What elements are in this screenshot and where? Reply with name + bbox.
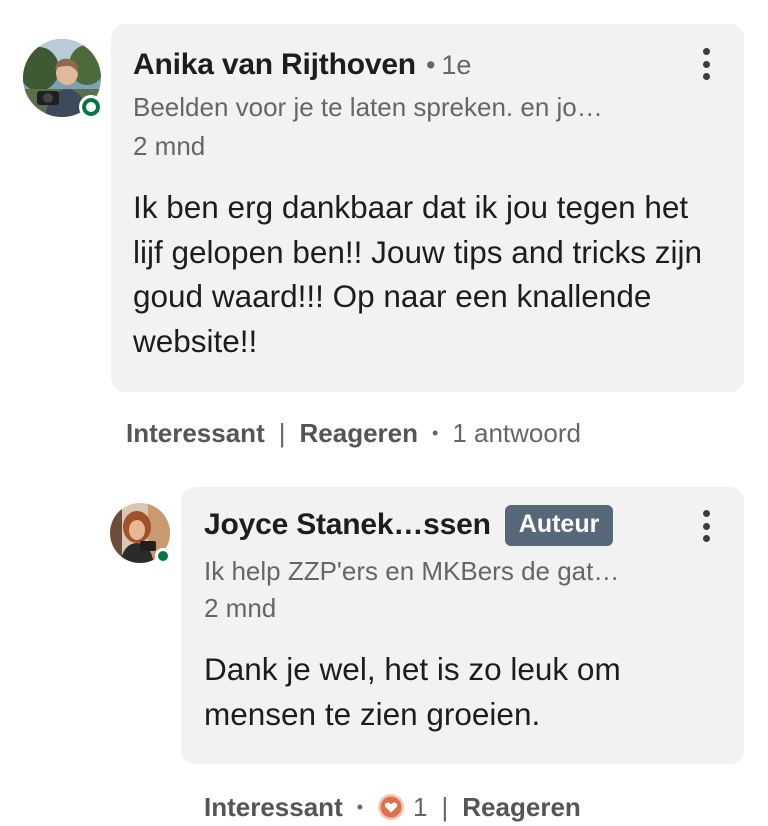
degree-label: 1e bbox=[441, 49, 472, 80]
more-options-icon[interactable] bbox=[694, 44, 718, 84]
like-button[interactable]: Interessant bbox=[204, 792, 343, 823]
like-button[interactable]: Interessant bbox=[126, 418, 265, 449]
reply-button[interactable]: Reageren bbox=[462, 792, 581, 823]
divider: | bbox=[278, 417, 286, 448]
author-name[interactable]: Joyce Stanek…ssen bbox=[204, 508, 491, 542]
author-headline: Ik help ZZP'ers en MKBers de gat… bbox=[204, 556, 620, 586]
connection-degree: • 1e bbox=[425, 49, 472, 80]
reply-header: Joyce Stanek…ssen Auteur bbox=[204, 502, 614, 548]
timestamp: 2 mnd bbox=[133, 131, 206, 161]
replies-count-link[interactable]: 1 antwoord bbox=[452, 418, 581, 449]
separator-dot: • bbox=[356, 796, 364, 817]
more-options-icon[interactable] bbox=[694, 506, 718, 546]
comment-header: Anika van Rijthoven • 1e bbox=[133, 44, 471, 86]
reply-text: Dank je wel, het is zo leuk om mensen te… bbox=[204, 651, 621, 732]
comment-actions: Interessant | Reageren • 1 antwoord bbox=[126, 415, 581, 451]
reply-actions: Interessant • 1 | Reageren bbox=[204, 789, 581, 825]
author-headline: Beelden voor je te laten spreken. en jo… bbox=[133, 92, 603, 122]
comment-text: Ik ben erg dankbaar dat ik jou tegen het… bbox=[133, 189, 703, 359]
presence-indicator bbox=[155, 548, 171, 564]
reply-button[interactable]: Reageren bbox=[300, 418, 419, 449]
divider: | bbox=[441, 791, 449, 822]
separator-dot: • bbox=[432, 422, 439, 443]
author-name[interactable]: Anika van Rijthoven bbox=[133, 48, 416, 82]
presence-indicator bbox=[79, 95, 103, 119]
timestamp: 2 mnd bbox=[204, 593, 277, 623]
reaction-count[interactable]: 1 bbox=[413, 792, 427, 823]
author-badge: Auteur bbox=[504, 504, 614, 546]
heart-reaction-icon[interactable] bbox=[377, 793, 405, 821]
reply-avatar[interactable] bbox=[110, 503, 171, 564]
avatar[interactable] bbox=[23, 39, 103, 119]
